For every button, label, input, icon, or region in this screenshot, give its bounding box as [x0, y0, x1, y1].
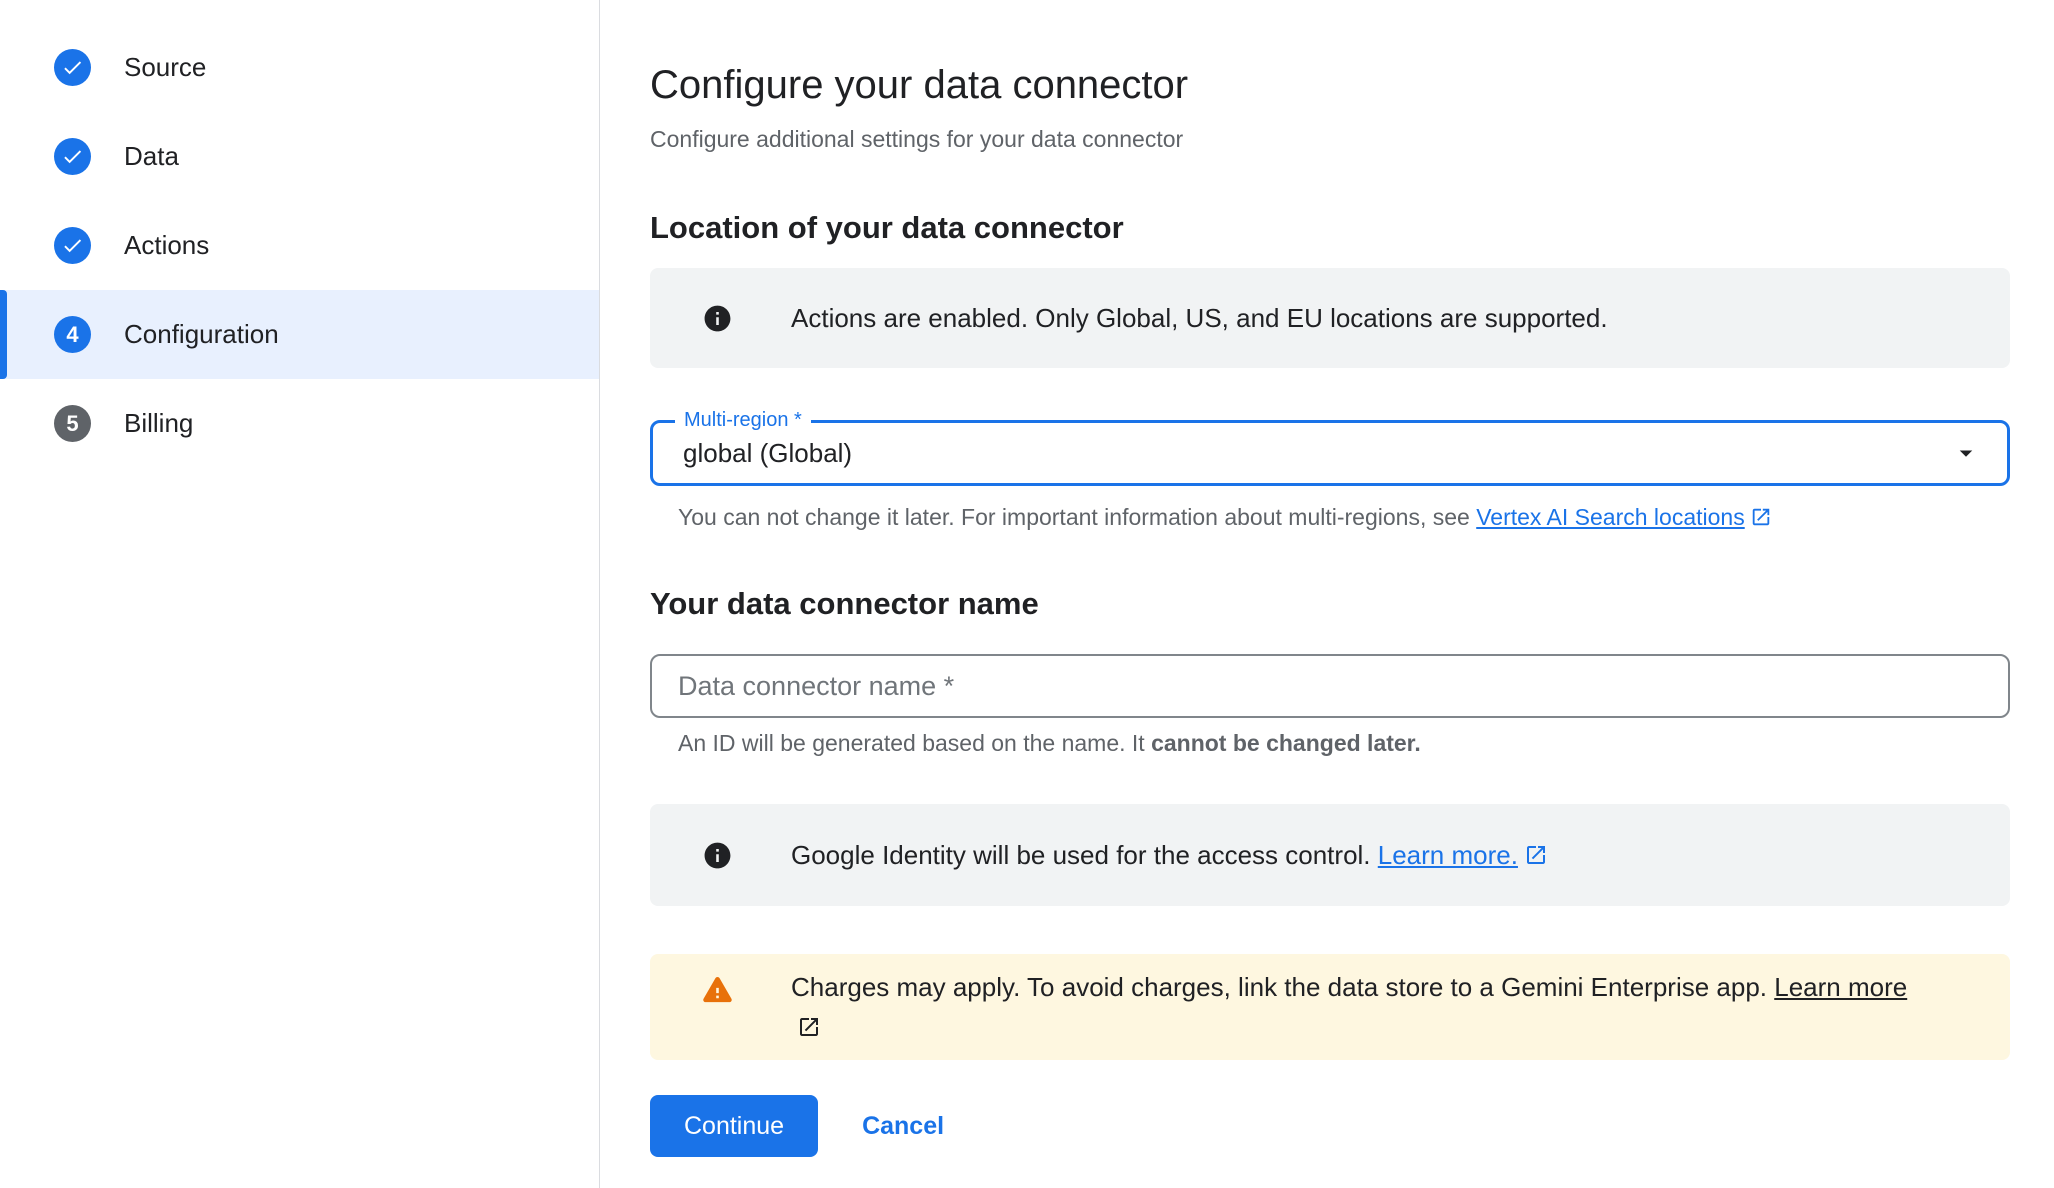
sidebar-step-configuration[interactable]: 4 Configuration	[0, 290, 599, 379]
sidebar-step-source[interactable]: Source	[0, 23, 599, 112]
step-number: 4	[66, 322, 78, 348]
charges-learn-more-link[interactable]: Learn more	[1774, 972, 1907, 1002]
multi-region-helper-prefix: You can not change it later. For importa…	[678, 504, 1476, 530]
step-label: Configuration	[124, 319, 279, 350]
main-content: Configure your data connector Configure …	[600, 0, 2054, 1188]
identity-banner-text: Google Identity will be used for the acc…	[791, 835, 1548, 875]
open-in-new-icon[interactable]	[1745, 504, 1772, 530]
vertex-ai-search-locations-link[interactable]: Vertex AI Search locations	[1476, 504, 1745, 530]
step-number-badge: 4	[54, 316, 91, 353]
step-label: Billing	[124, 408, 193, 439]
page-title: Configure your data connector	[650, 62, 2010, 108]
identity-banner-prefix: Google Identity will be used for the acc…	[791, 840, 1378, 870]
step-label: Data	[124, 141, 179, 172]
page-subtitle: Configure additional settings for your d…	[650, 126, 2010, 152]
multi-region-helper-text: You can not change it later. For importa…	[650, 504, 2010, 530]
actions-enabled-info-banner: Actions are enabled. Only Global, US, an…	[650, 268, 2010, 368]
warning-banner-text: Charges may apply. To avoid charges, lin…	[791, 967, 1907, 1047]
connector-name-helper-prefix: An ID will be generated based on the nam…	[678, 730, 1151, 756]
warning-icon	[702, 975, 733, 1006]
open-in-new-icon[interactable]	[1518, 840, 1548, 870]
check-circle-icon	[54, 49, 91, 86]
warning-banner-prefix: Charges may apply. To avoid charges, lin…	[791, 972, 1774, 1002]
connector-name-helper-text: An ID will be generated based on the nam…	[650, 730, 2010, 756]
cancel-button[interactable]: Cancel	[844, 1095, 962, 1157]
chevron-down-icon	[1951, 438, 1981, 468]
data-connector-name-input[interactable]	[650, 654, 2010, 718]
active-step-indicator	[0, 290, 7, 379]
step-number: 5	[66, 411, 78, 437]
identity-learn-more-link[interactable]: Learn more.	[1378, 840, 1518, 870]
charges-warning-banner: Charges may apply. To avoid charges, lin…	[650, 954, 2010, 1060]
step-label: Source	[124, 52, 206, 83]
multi-region-select[interactable]: Multi-region * global (Global)	[650, 420, 2010, 486]
info-banner-text: Actions are enabled. Only Global, US, an…	[791, 298, 1608, 338]
check-circle-icon	[54, 227, 91, 264]
google-identity-info-banner: Google Identity will be used for the acc…	[650, 804, 2010, 906]
form-actions: Continue Cancel	[650, 1095, 2010, 1157]
step-number-badge: 5	[54, 405, 91, 442]
multi-region-value: global (Global)	[683, 438, 852, 469]
check-circle-icon	[54, 138, 91, 175]
open-in-new-icon[interactable]	[791, 1012, 821, 1042]
continue-button[interactable]: Continue	[650, 1095, 818, 1157]
info-icon	[702, 840, 733, 871]
sidebar-step-billing[interactable]: 5 Billing	[0, 379, 599, 468]
multi-region-label: Multi-region *	[675, 408, 811, 432]
sidebar-step-actions[interactable]: Actions	[0, 201, 599, 290]
name-section-heading: Your data connector name	[650, 586, 2010, 622]
info-icon	[702, 303, 733, 334]
connector-name-helper-bold: cannot be changed later.	[1151, 730, 1421, 756]
wizard-stepper-sidebar: Source Data Actions 4 Configuration 5 Bi…	[0, 0, 600, 1188]
location-section-heading: Location of your data connector	[650, 210, 2010, 246]
sidebar-step-data[interactable]: Data	[0, 112, 599, 201]
step-label: Actions	[124, 230, 209, 261]
